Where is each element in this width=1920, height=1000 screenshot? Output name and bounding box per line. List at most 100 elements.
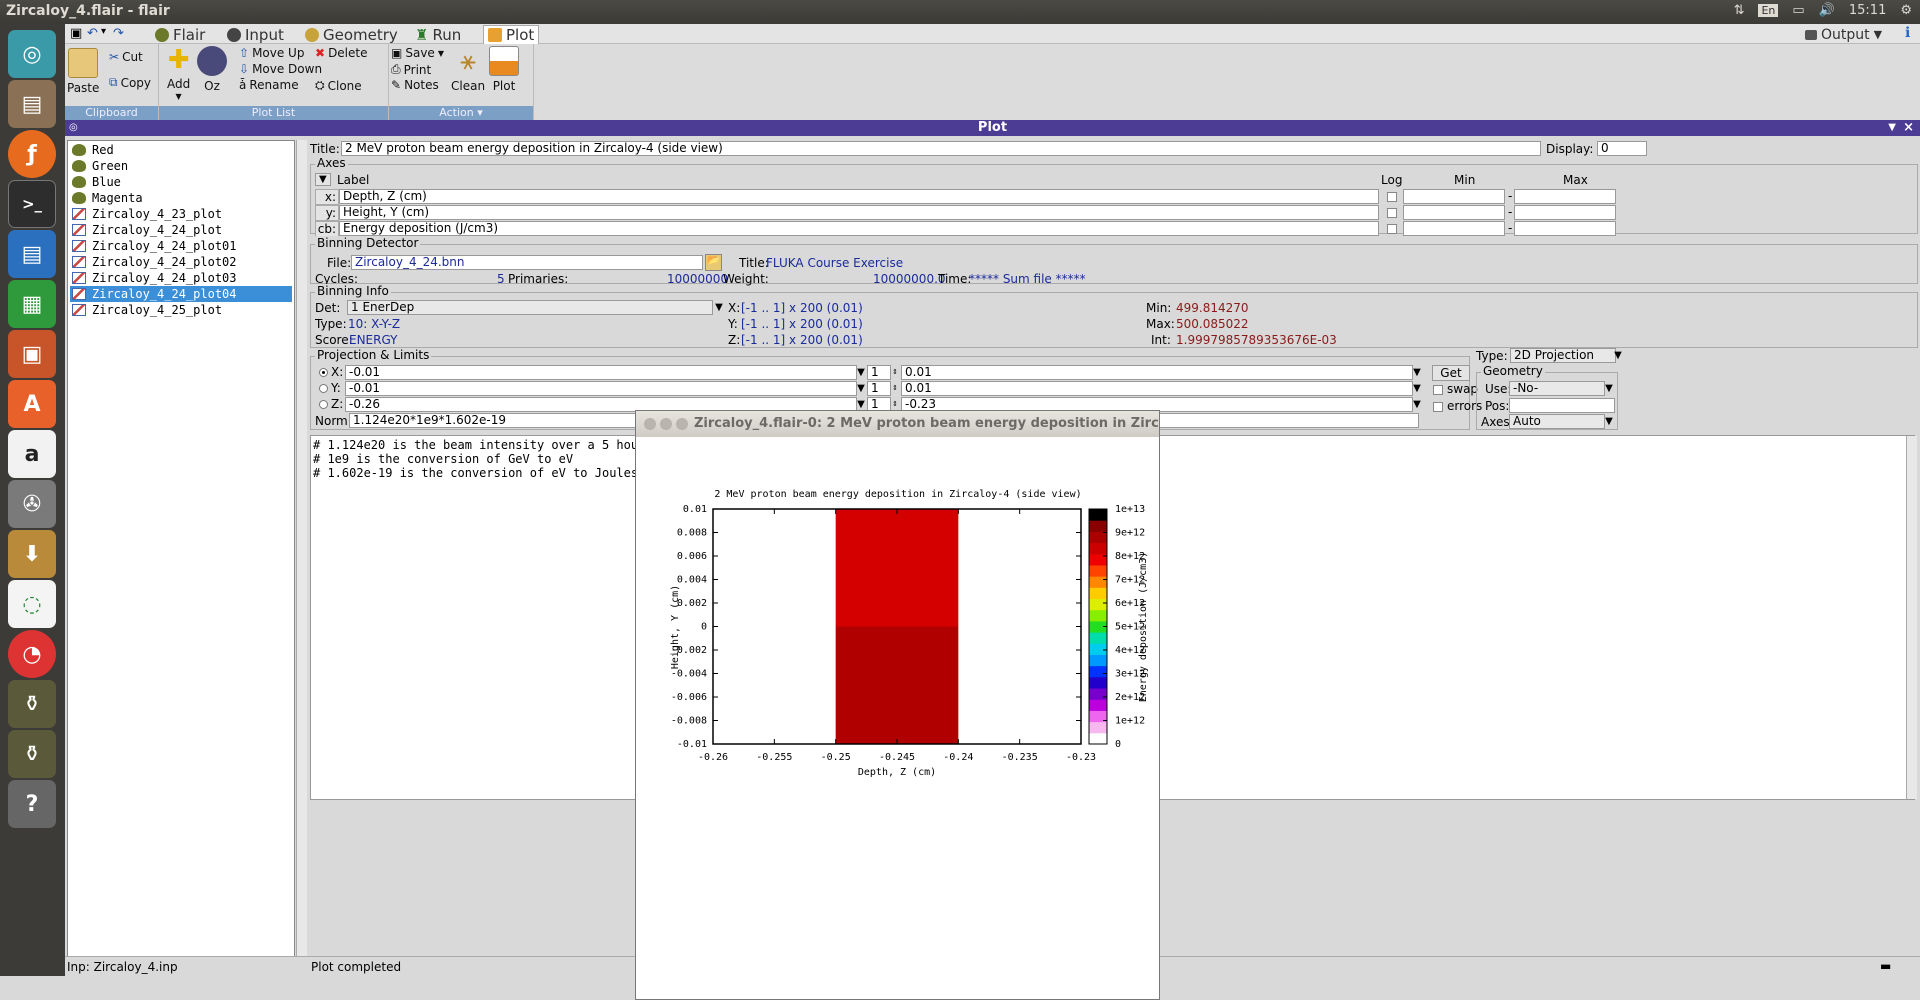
projection-radio[interactable]: [319, 368, 328, 377]
chevron-down-icon[interactable]: ▼: [1411, 397, 1423, 412]
title-input[interactable]: 2 MeV proton beam energy deposition in Z…: [341, 141, 1541, 156]
projection-from-input[interactable]: -0.01: [345, 365, 857, 380]
axis-min-input[interactable]: [1403, 221, 1505, 236]
projection-radio[interactable]: [319, 384, 328, 393]
display-spinbox[interactable]: 0: [1597, 141, 1647, 156]
axis-label-input[interactable]: Energy deposition (J/cm3): [339, 221, 1379, 236]
help-icon[interactable]: ?: [8, 780, 56, 828]
swap-checkbox[interactable]: [1433, 385, 1443, 395]
chevron-down-icon[interactable]: ▼: [1612, 348, 1624, 363]
undo-icon[interactable]: ↶: [87, 26, 98, 41]
projection-to-input[interactable]: 0.01: [901, 381, 1413, 396]
axis-label-input[interactable]: Depth, Z (cm): [339, 189, 1379, 204]
close-icon[interactable]: ×: [1903, 120, 1914, 136]
projection-to-input[interactable]: 0.01: [901, 365, 1413, 380]
move-down-button[interactable]: ⇩ Move Down: [239, 62, 322, 76]
tab-plot[interactable]: Plot: [483, 25, 540, 44]
plot-list-item[interactable]: Zircaloy_4_24_plot: [70, 222, 292, 238]
help-icon[interactable]: ℹ: [1905, 25, 1910, 41]
chevron-down-icon[interactable]: ▼: [315, 173, 331, 186]
volume-icon[interactable]: 🔊: [1819, 3, 1835, 18]
delete-button[interactable]: ✖ Delete: [315, 46, 368, 60]
rename-button[interactable]: ǡ Rename: [239, 78, 299, 92]
output-menu[interactable]: Output ▼: [1805, 25, 1882, 44]
projection-radio[interactable]: [319, 400, 328, 409]
add-button[interactable]: ✚ Add ▼: [167, 46, 190, 101]
plot-list-item[interactable]: Zircaloy_4_24_plot02: [70, 254, 292, 270]
quick-save-icon[interactable]: ▣: [70, 26, 82, 41]
axis-label-input[interactable]: Height, Y (cm): [339, 205, 1379, 220]
tab-run[interactable]: ♜ Run: [415, 25, 461, 44]
update-icon[interactable]: ◌: [8, 580, 56, 628]
chart-icon[interactable]: ◔: [8, 630, 56, 678]
impress-icon[interactable]: ▣: [8, 330, 56, 378]
axis-min-input[interactable]: [1403, 189, 1505, 204]
plot-list-item[interactable]: Blue: [70, 174, 292, 190]
file-input[interactable]: Zircaloy_4_24.bnn: [351, 255, 703, 270]
clock[interactable]: 15:11: [1849, 3, 1886, 18]
geometry-pos-input[interactable]: [1509, 398, 1615, 413]
plot-type-select[interactable]: 2D Projection: [1510, 348, 1616, 363]
settings-icon[interactable]: ✇: [8, 480, 56, 528]
tab-input[interactable]: Input: [227, 25, 284, 44]
chevron-down-icon[interactable]: ▼: [1888, 120, 1896, 136]
flair-icon-2[interactable]: ⚱: [8, 730, 56, 778]
projection-from-input[interactable]: -0.01: [345, 381, 857, 396]
plot-list-item[interactable]: Green: [70, 158, 292, 174]
plot-list-scrollbar[interactable]: [296, 140, 307, 976]
log-checkbox[interactable]: [1387, 208, 1397, 218]
plot-list-item[interactable]: Zircaloy_4_23_plot: [70, 206, 292, 222]
files-icon[interactable]: ▤: [8, 80, 56, 128]
projection-step-spinbox[interactable]: 1: [867, 381, 891, 396]
gear-icon[interactable]: ⚙: [1900, 3, 1912, 18]
minimize-icon[interactable]: [660, 418, 672, 430]
chevron-down-icon[interactable]: ▼: [713, 300, 725, 315]
folder-open-icon[interactable]: 📂: [705, 254, 722, 271]
terminal-icon[interactable]: >_: [8, 180, 56, 228]
keyboard-indicator[interactable]: En: [1758, 4, 1779, 17]
close-icon[interactable]: [644, 418, 656, 430]
get-button[interactable]: Get: [1432, 365, 1470, 381]
chevron-down-icon[interactable]: ▼: [855, 381, 867, 396]
axis-min-input[interactable]: [1403, 205, 1505, 220]
flair-icon[interactable]: ⚱: [8, 680, 56, 728]
spinner-icon[interactable]: ⇕: [889, 365, 901, 380]
tab-flair[interactable]: Flair: [155, 25, 205, 44]
tab-geometry[interactable]: Geometry: [305, 25, 398, 44]
axis-max-input[interactable]: [1514, 221, 1616, 236]
oz-button[interactable]: Oz: [197, 46, 227, 93]
plot-list-item[interactable]: Zircaloy_4_25_plot: [70, 302, 292, 318]
clone-button[interactable]: ⛭ Clone: [315, 78, 362, 93]
chevron-down-icon[interactable]: ▼: [1603, 414, 1615, 429]
amazon-icon[interactable]: a: [8, 430, 56, 478]
plot-list-item[interactable]: Red: [70, 142, 292, 158]
maximize-icon[interactable]: [676, 418, 688, 430]
plot-list-item[interactable]: Zircaloy_4_24_plot01: [70, 238, 292, 254]
geometry-use-select[interactable]: -No-: [1509, 381, 1605, 396]
console-icon[interactable]: ▬: [1880, 959, 1891, 973]
projection-step-spinbox[interactable]: 1: [867, 365, 891, 380]
network-icon[interactable]: ⇅: [1734, 3, 1745, 18]
chevron-down-icon[interactable]: ▼: [855, 365, 867, 380]
calc-icon[interactable]: ▦: [8, 280, 56, 328]
print-button[interactable]: ⎙ Print: [391, 62, 431, 77]
errors-checkbox[interactable]: [1433, 402, 1443, 412]
notes-scrollbar[interactable]: [1906, 436, 1917, 799]
save-button[interactable]: ▣ Save ▼: [391, 46, 444, 60]
clean-button[interactable]: ⚹ Clean: [451, 46, 485, 93]
cut-button[interactable]: ✂ Cut: [109, 50, 143, 64]
spinner-icon[interactable]: ⇕: [889, 381, 901, 396]
chevron-down-icon[interactable]: ▾: [101, 26, 106, 37]
copy-button[interactable]: ⧉ Copy: [109, 75, 151, 90]
action-group-label[interactable]: Action ▾: [389, 106, 533, 120]
notes-button[interactable]: ✎ Notes: [391, 78, 439, 92]
chevron-down-icon[interactable]: ▼: [1603, 381, 1615, 396]
log-checkbox[interactable]: [1387, 224, 1397, 234]
plot-list-item[interactable]: Zircaloy_4_24_plot04: [70, 286, 292, 302]
geometry-axes-select[interactable]: Auto: [1509, 414, 1605, 429]
plot-list-item[interactable]: Magenta: [70, 190, 292, 206]
move-up-button[interactable]: ⇧ Move Up: [239, 46, 304, 60]
plot-button[interactable]: Plot: [489, 46, 519, 93]
log-checkbox[interactable]: [1387, 192, 1397, 202]
chevron-down-icon[interactable]: ▼: [1411, 381, 1423, 396]
